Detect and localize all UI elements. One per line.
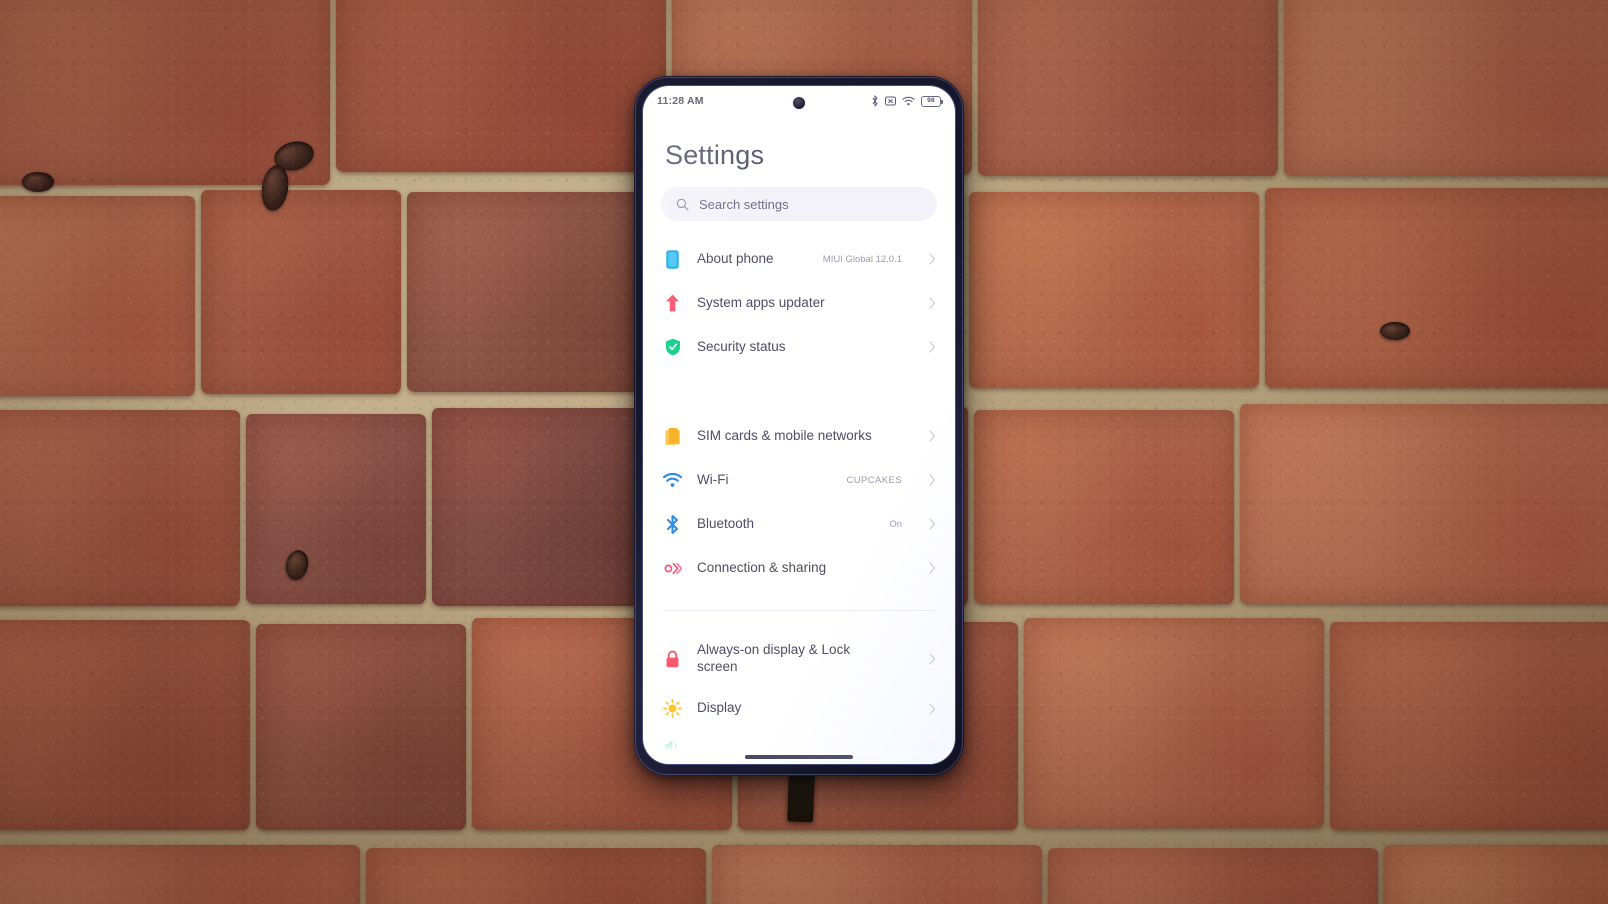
battery-percent-label: 98: [927, 96, 935, 104]
wifi-icon: [902, 96, 915, 106]
search-input[interactable]: Search settings: [661, 187, 937, 221]
shield-check-icon: [663, 338, 682, 357]
brick: [201, 190, 401, 394]
chevron-right-icon: [929, 562, 936, 574]
vibrate-mute-icon: [885, 96, 896, 106]
chevron-right-icon: [929, 430, 936, 442]
brick: [1024, 618, 1324, 828]
chevron-right-icon: [929, 703, 936, 715]
sound-vibration-icon: [663, 737, 682, 756]
settings-row-label: Connection & sharing: [697, 559, 827, 575]
search-icon: [676, 198, 689, 211]
brick: [1048, 848, 1378, 904]
settings-row-label: Security status: [697, 338, 786, 354]
settings-row-system-apps-updater[interactable]: System apps updater: [643, 281, 955, 325]
settings-row-security-status[interactable]: Security status: [643, 325, 955, 369]
group-divider: [663, 391, 935, 392]
brick: [1330, 622, 1608, 830]
settings-row-sim-cards[interactable]: SIM cards & mobile networks: [643, 414, 955, 458]
group-divider: [663, 610, 935, 611]
brick: [0, 410, 240, 606]
settings-group-device-info: About phone MIUI Global 12.0.1 System ap…: [643, 233, 955, 373]
wifi-icon: [663, 471, 682, 490]
settings-row-label: System apps updater: [697, 294, 825, 310]
mortar-hole: [22, 172, 54, 192]
settings-row-bluetooth[interactable]: Bluetooth On: [643, 502, 955, 546]
bluetooth-icon: [663, 514, 682, 534]
brick: [366, 848, 706, 904]
settings-row-value: MIUI Global 12.0.1: [822, 253, 902, 265]
settings-row-value: On: [889, 518, 902, 530]
brick: [712, 845, 1042, 904]
brick: [1384, 845, 1608, 904]
status-clock: 11:28 AM: [657, 95, 704, 107]
brightness-sun-icon: [663, 699, 682, 719]
chevron-right-icon: [929, 341, 936, 353]
chevron-right-icon: [929, 740, 936, 752]
sim-card-icon: [663, 427, 682, 446]
brick: [1265, 188, 1608, 388]
search-placeholder: Search settings: [699, 196, 789, 212]
settings-row-label: Display: [697, 700, 742, 716]
chevron-right-icon: [929, 653, 936, 665]
lock-icon: [663, 649, 682, 668]
front-camera-punch-hole: [793, 97, 805, 109]
chevron-right-icon: [929, 518, 936, 530]
brick: [974, 410, 1234, 604]
status-bar: 11:28 AM 98: [643, 86, 955, 116]
chevron-right-icon: [929, 297, 936, 309]
connection-sharing-icon: [663, 559, 682, 578]
settings-row-connection-sharing[interactable]: Connection & sharing: [643, 546, 955, 590]
settings-row-value: CUPCAKES: [846, 474, 902, 486]
search-container: Search settings: [643, 171, 955, 233]
status-icons: 98: [871, 95, 943, 107]
brick: [1240, 404, 1608, 604]
settings-group-personalization: Always-on display & Lock screen Display: [643, 627, 955, 760]
gesture-navigation-bar[interactable]: [745, 755, 853, 759]
brick: [969, 192, 1259, 388]
brick: [256, 624, 466, 830]
smartphone-device: 11:28 AM 98 Settings Search settings Abo…: [634, 76, 964, 776]
up-arrow-icon: [663, 294, 682, 313]
settings-row-display[interactable]: Display: [643, 687, 955, 731]
chevron-right-icon: [929, 253, 936, 265]
chevron-right-icon: [929, 474, 936, 486]
brick: [0, 845, 360, 904]
mortar-hole: [1380, 322, 1410, 340]
settings-row-label: Always-on display & Lock screen: [697, 642, 851, 674]
cable-end: [787, 771, 815, 823]
settings-row-label: About phone: [697, 250, 774, 266]
settings-row-partial[interactable]: [643, 731, 955, 756]
bluetooth-icon: [872, 95, 878, 107]
settings-row-wifi[interactable]: Wi-Fi CUPCAKES: [643, 458, 955, 502]
settings-row-label: Bluetooth: [697, 515, 755, 531]
brick: [0, 196, 195, 396]
brick: [336, 0, 666, 172]
settings-list: About phone MIUI Global 12.0.1 System ap…: [643, 233, 955, 760]
page-title: Settings: [665, 140, 765, 170]
brick: [0, 620, 250, 830]
brick: [978, 0, 1278, 176]
brick: [1284, 0, 1608, 176]
brick: [432, 408, 662, 606]
settings-group-connectivity: SIM cards & mobile networks Wi-Fi CUPCAK…: [643, 410, 955, 594]
brick: [407, 192, 657, 392]
settings-row-label: SIM cards & mobile networks: [697, 427, 872, 443]
settings-row-always-on-display-lock-screen[interactable]: Always-on display & Lock screen: [643, 631, 955, 687]
phone-outline-icon: [663, 249, 682, 269]
phone-screen: 11:28 AM 98 Settings Search settings Abo…: [643, 86, 955, 764]
settings-row-about-phone[interactable]: About phone MIUI Global 12.0.1: [643, 237, 955, 281]
settings-row-label: Wi-Fi: [697, 471, 729, 487]
brick: [246, 414, 426, 604]
battery-icon: 98: [921, 95, 943, 107]
